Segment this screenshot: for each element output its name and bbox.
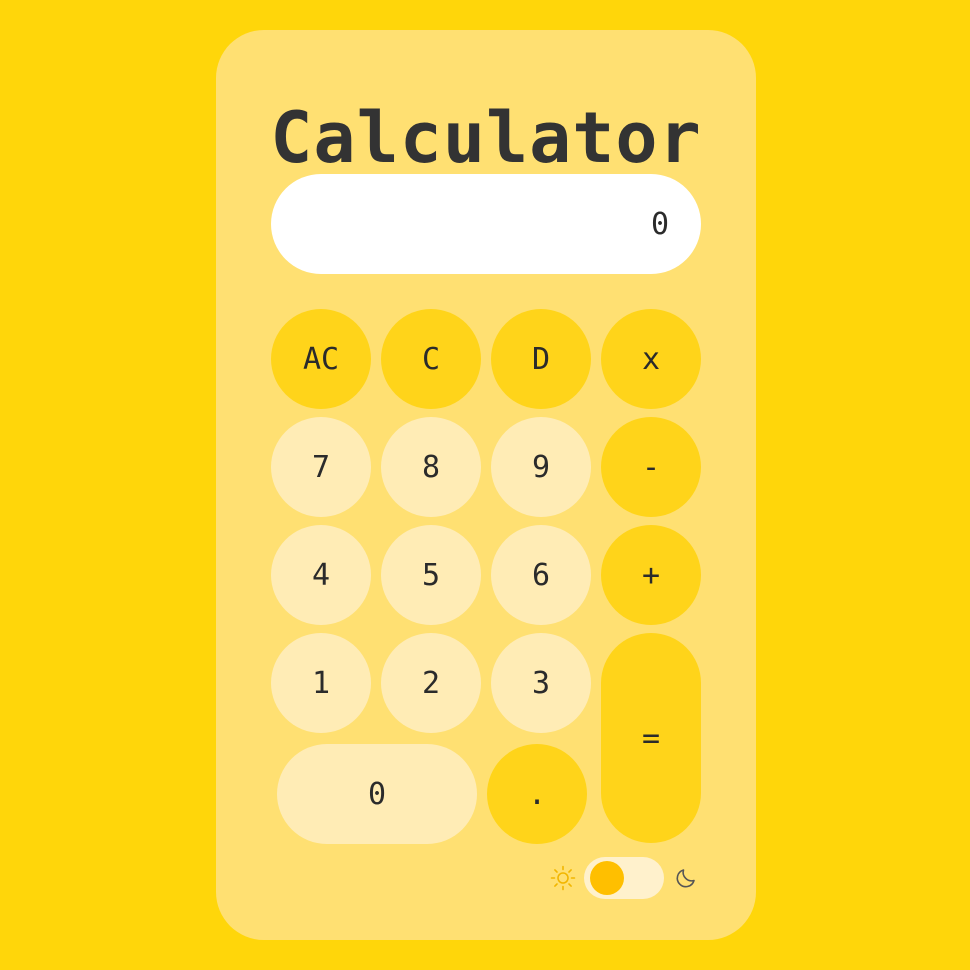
multiply-button[interactable]: x [601, 309, 701, 409]
digit-1-button[interactable]: 1 [271, 633, 371, 733]
theme-toggle-switch[interactable] [584, 857, 664, 899]
theme-toggle-knob [590, 861, 624, 895]
all-clear-button[interactable]: AC [271, 309, 371, 409]
sun-icon [550, 865, 576, 891]
digit-9-button[interactable]: 9 [491, 417, 591, 517]
plus-button[interactable]: + [601, 525, 701, 625]
digit-8-button[interactable]: 8 [381, 417, 481, 517]
minus-button[interactable]: - [601, 417, 701, 517]
digit-4-button[interactable]: 4 [271, 525, 371, 625]
decimal-button[interactable]: . [487, 744, 587, 844]
calculator-display: 0 [271, 174, 701, 274]
digit-5-button[interactable]: 5 [381, 525, 481, 625]
digit-6-button[interactable]: 6 [491, 525, 591, 625]
display-value: 0 [650, 206, 669, 242]
digit-2-button[interactable]: 2 [381, 633, 481, 733]
digit-3-button[interactable]: 3 [491, 633, 591, 733]
digit-7-button[interactable]: 7 [271, 417, 371, 517]
theme-toggle-row [550, 856, 698, 900]
calculator-card: Calculator 0 AC C D x 7 8 9 - 4 5 6 + 1 … [216, 30, 756, 940]
clear-button[interactable]: C [381, 309, 481, 409]
delete-button[interactable]: D [491, 309, 591, 409]
moon-icon [676, 869, 695, 888]
page-title: Calculator [270, 97, 702, 179]
digit-0-button[interactable]: 0 [277, 744, 477, 844]
equals-button[interactable]: = [601, 633, 701, 843]
